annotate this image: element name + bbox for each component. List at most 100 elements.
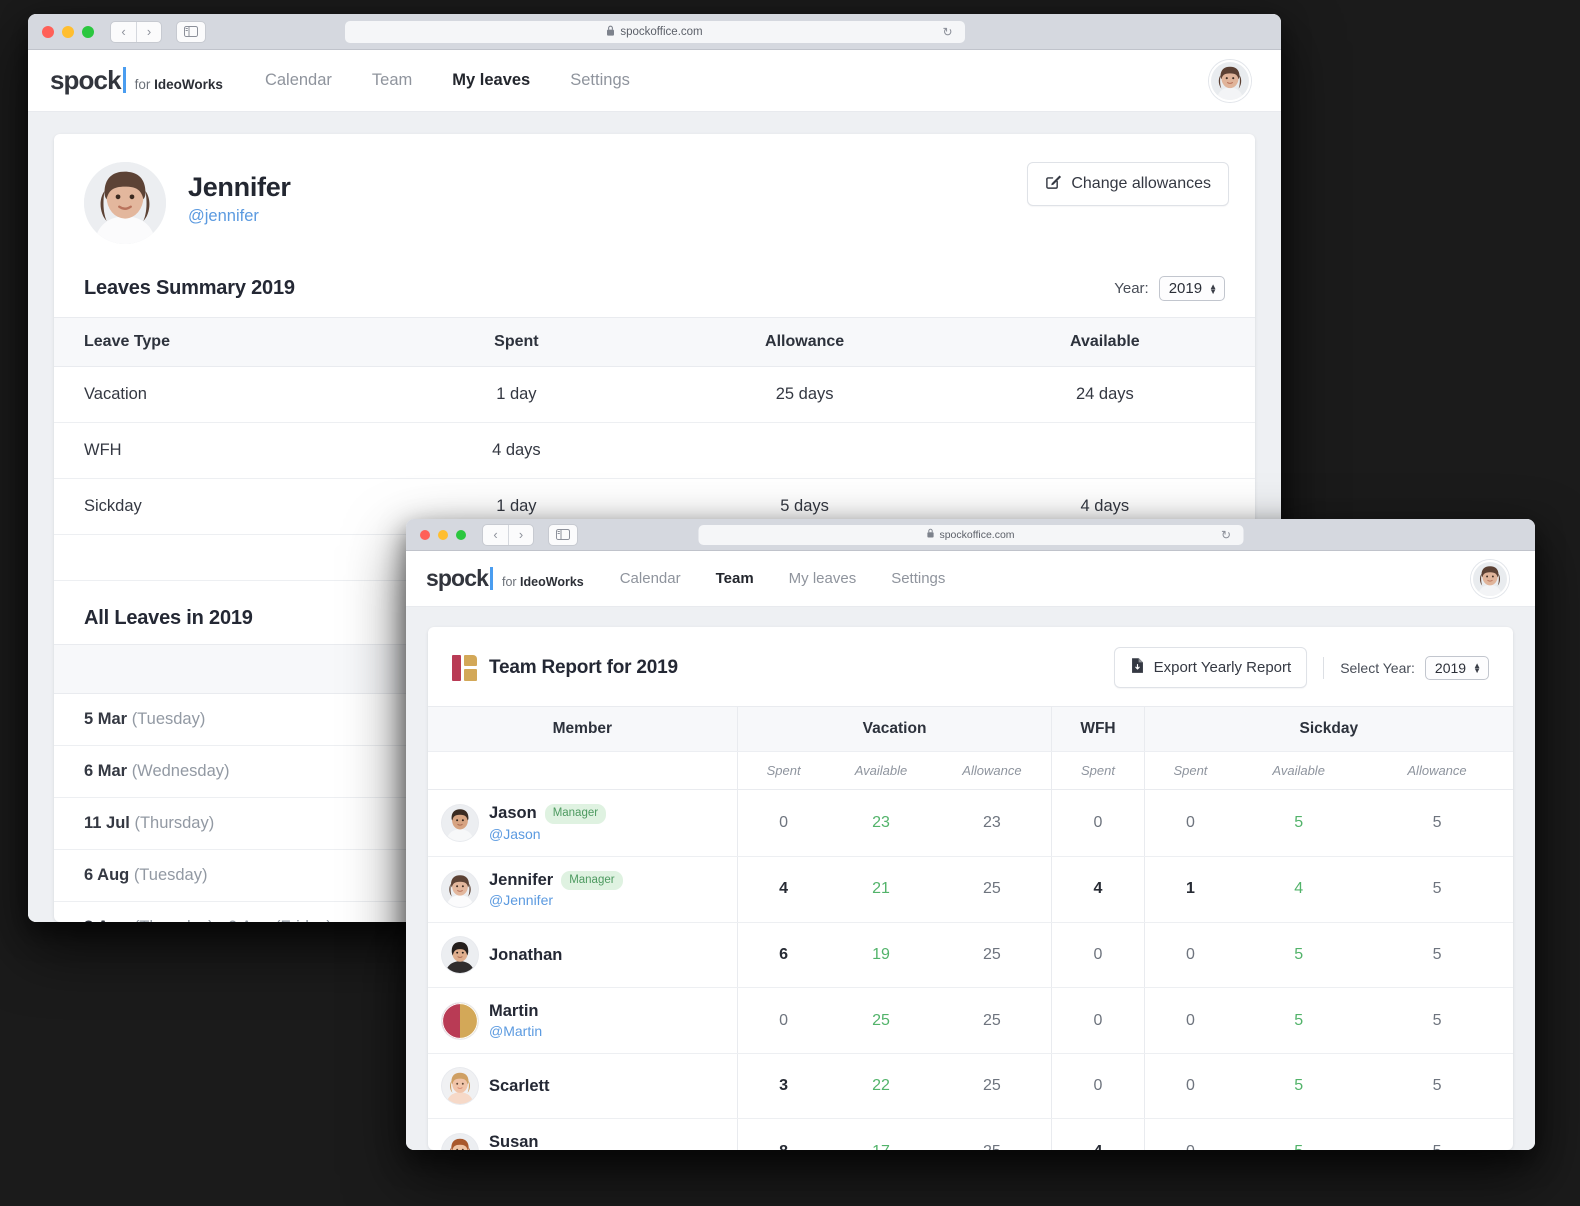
- cell-vacation-allowance: 25: [933, 856, 1052, 923]
- col-spacer: [54, 645, 378, 694]
- col-allowance: Allowance: [654, 318, 954, 367]
- team-report-actions: Export Yearly Report Select Year: 2019 ▲…: [1114, 647, 1489, 688]
- brand[interactable]: spock for IdeoWorks: [426, 565, 584, 592]
- sub-col-wfh-spent: Spent: [1052, 752, 1144, 790]
- reload-icon[interactable]: ↻: [1221, 528, 1231, 542]
- main-nav[interactable]: Calendar Team My leaves Settings: [265, 71, 630, 90]
- stepper-icon[interactable]: ▲▼: [1209, 284, 1217, 294]
- cell-vacation-spent: 3: [737, 1054, 829, 1119]
- main-nav[interactable]: Calendar Team My leaves Settings: [620, 570, 946, 587]
- cell-leave-type: WFH: [54, 423, 378, 479]
- browser-nav-buttons[interactable]: ‹ ›: [482, 524, 534, 546]
- cell-sickday-allowance: 5: [1361, 1054, 1513, 1119]
- sub-col-vacation-available: Available: [829, 752, 932, 790]
- member-handle[interactable]: @Jennifer: [489, 892, 623, 908]
- nav-item-calendar[interactable]: Calendar: [620, 570, 681, 587]
- cell-sickday-spent: 0: [1144, 923, 1236, 988]
- forward-icon[interactable]: ›: [136, 22, 161, 42]
- team-report-tbody: Jason Manager @Jason 0 23 23 0: [428, 790, 1513, 1151]
- address-bar[interactable]: spockoffice.com ↻: [698, 525, 1243, 545]
- brand[interactable]: spock for IdeoWorks: [50, 65, 223, 96]
- group-col-member: Member: [428, 707, 737, 752]
- sidebar-toggle-icon[interactable]: [548, 524, 578, 546]
- table-group-header-row: Member Vacation WFH Sickday: [428, 707, 1513, 752]
- group-col-sickday: Sickday: [1144, 707, 1513, 752]
- cell-vacation-available: 22: [829, 1054, 932, 1119]
- header-avatar[interactable]: [1471, 560, 1509, 598]
- minimize-button[interactable]: [62, 26, 74, 38]
- back-icon[interactable]: ‹: [111, 22, 136, 42]
- cell-sickday-available: 5: [1236, 923, 1361, 988]
- year-select[interactable]: 2019 ▲▼: [1159, 276, 1225, 301]
- nav-item-team[interactable]: Team: [716, 570, 754, 587]
- nav-item-my-leaves[interactable]: My leaves: [789, 570, 857, 587]
- member-handle[interactable]: @Jason: [489, 826, 606, 842]
- nav-item-team[interactable]: Team: [372, 71, 412, 90]
- minimize-button[interactable]: [438, 530, 448, 540]
- cell-wfh-spent: 0: [1052, 790, 1144, 857]
- export-yearly-report-label: Export Yearly Report: [1154, 659, 1292, 676]
- table-row[interactable]: Jennifer Manager @Jennifer 4 21 25: [428, 856, 1513, 923]
- team-report-thead: Member Vacation WFH Sickday Spent Availa…: [428, 707, 1513, 790]
- avatar: [442, 1134, 478, 1150]
- address-bar[interactable]: spockoffice.com ↻: [345, 21, 965, 43]
- group-col-wfh: WFH: [1052, 707, 1144, 752]
- cell-member: Jonathan: [428, 923, 737, 988]
- cell-vacation-allowance: 25: [933, 988, 1052, 1054]
- cell-vacation-spent: 6: [737, 923, 829, 988]
- back-icon[interactable]: ‹: [483, 525, 508, 545]
- table-row[interactable]: Jason Manager @Jason 0 23 23 0: [428, 790, 1513, 857]
- nav-item-calendar[interactable]: Calendar: [265, 71, 332, 90]
- close-button[interactable]: [420, 530, 430, 540]
- stepper-icon[interactable]: ▲▼: [1473, 663, 1481, 673]
- profile-handle[interactable]: @jennifer: [188, 207, 291, 226]
- table-row: Vacation 1 day 25 days 24 days: [54, 367, 1255, 423]
- year-select[interactable]: 2019 ▲▼: [1425, 656, 1489, 680]
- cell-vacation-allowance: 25: [933, 923, 1052, 988]
- table-row[interactable]: Scarlett 3 22 25 0 0 5 5: [428, 1054, 1513, 1119]
- close-button[interactable]: [42, 26, 54, 38]
- cell-sickday-spent: 0: [1144, 790, 1236, 857]
- nav-item-my-leaves[interactable]: My leaves: [452, 71, 530, 90]
- cell-sickday-allowance: 5: [1361, 988, 1513, 1054]
- traffic-lights[interactable]: [42, 26, 94, 38]
- traffic-lights[interactable]: [420, 530, 466, 540]
- member-name: Susan: [489, 1133, 539, 1150]
- avatar: [442, 1003, 478, 1039]
- cell-member: Susan @Susan: [428, 1119, 737, 1150]
- cell-leave-type: Sickday: [54, 479, 378, 535]
- cell-vacation-spent: 0: [737, 988, 829, 1054]
- sub-col-vacation-allowance: Allowance: [933, 752, 1052, 790]
- select-year-filter[interactable]: Select Year: 2019 ▲▼: [1340, 656, 1489, 680]
- header-avatar[interactable]: [1209, 60, 1251, 102]
- cell-wfh-spent: 4: [1052, 1119, 1144, 1150]
- cell-wfh-spent: 0: [1052, 923, 1144, 988]
- nav-item-settings[interactable]: Settings: [891, 570, 945, 587]
- cell-vacation-spent: 4: [737, 856, 829, 923]
- member-name: Martin: [489, 1002, 539, 1021]
- reload-icon[interactable]: ↻: [942, 25, 952, 39]
- team-report-table: Member Vacation WFH Sickday Spent Availa…: [428, 706, 1513, 1150]
- table-row[interactable]: Susan @Susan 8 17 25 4 0: [428, 1119, 1513, 1150]
- cell-member: Scarlett: [428, 1054, 737, 1119]
- cell-wfh-spent: 4: [1052, 856, 1144, 923]
- url-text: spockoffice.com: [620, 26, 702, 38]
- year-filter[interactable]: Year: 2019 ▲▼: [1114, 276, 1225, 301]
- forward-icon[interactable]: ›: [508, 525, 533, 545]
- export-yearly-report-button[interactable]: Export Yearly Report: [1114, 647, 1308, 688]
- browser-nav-buttons[interactable]: ‹ ›: [110, 21, 162, 43]
- leaves-summary-title: Leaves Summary 2019: [84, 277, 295, 300]
- change-allowances-button[interactable]: Change allowances: [1027, 162, 1229, 206]
- member-handle[interactable]: @Martin: [489, 1023, 542, 1039]
- cell-wfh-spent: 0: [1052, 1054, 1144, 1119]
- maximize-button[interactable]: [82, 26, 94, 38]
- cell-vacation-available: 25: [829, 988, 932, 1054]
- sidebar-toggle-icon[interactable]: [176, 21, 206, 43]
- edit-pencil-icon: [1045, 173, 1062, 195]
- cell-spent: 1 day: [378, 367, 654, 423]
- maximize-button[interactable]: [456, 530, 466, 540]
- table-header-row: Leave Type Spent Allowance Available: [54, 318, 1255, 367]
- nav-item-settings[interactable]: Settings: [570, 71, 630, 90]
- table-row[interactable]: Martin @Martin 0 25 25 0 0: [428, 988, 1513, 1054]
- table-row[interactable]: Jonathan 6 19 25 0 0 5 5: [428, 923, 1513, 988]
